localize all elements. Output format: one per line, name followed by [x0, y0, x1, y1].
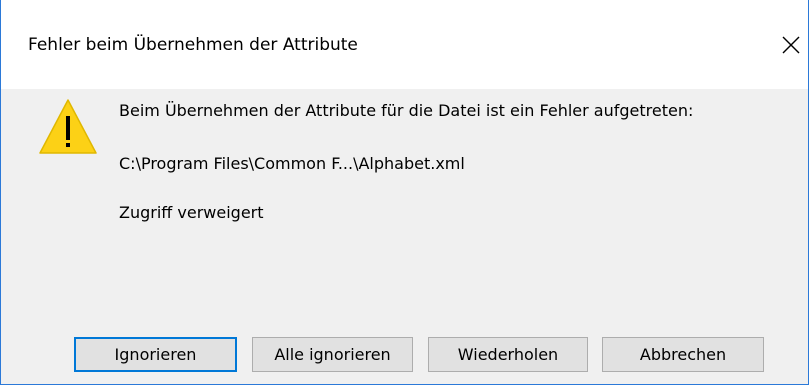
- close-icon: [782, 36, 800, 54]
- error-message: Beim Übernehmen der Attribute für die Da…: [119, 101, 694, 120]
- file-path: C:\Program Files\Common F...\Alphabet.xm…: [119, 154, 465, 173]
- cancel-button[interactable]: Abbrechen: [602, 337, 764, 372]
- ignore-button[interactable]: Ignorieren: [74, 337, 237, 372]
- close-button[interactable]: [774, 28, 808, 62]
- dialog-title: Fehler beim Übernehmen der Attribute: [28, 35, 358, 55]
- warning-triangle-icon: [39, 99, 97, 154]
- title-bar: Fehler beim Übernehmen der Attribute: [1, 0, 808, 89]
- ignore-all-button[interactable]: Alle ignorieren: [252, 337, 413, 372]
- error-dialog: Fehler beim Übernehmen der Attribute Bei…: [0, 0, 809, 385]
- retry-button[interactable]: Wiederholen: [428, 337, 588, 372]
- error-reason: Zugriff verweigert: [119, 203, 264, 222]
